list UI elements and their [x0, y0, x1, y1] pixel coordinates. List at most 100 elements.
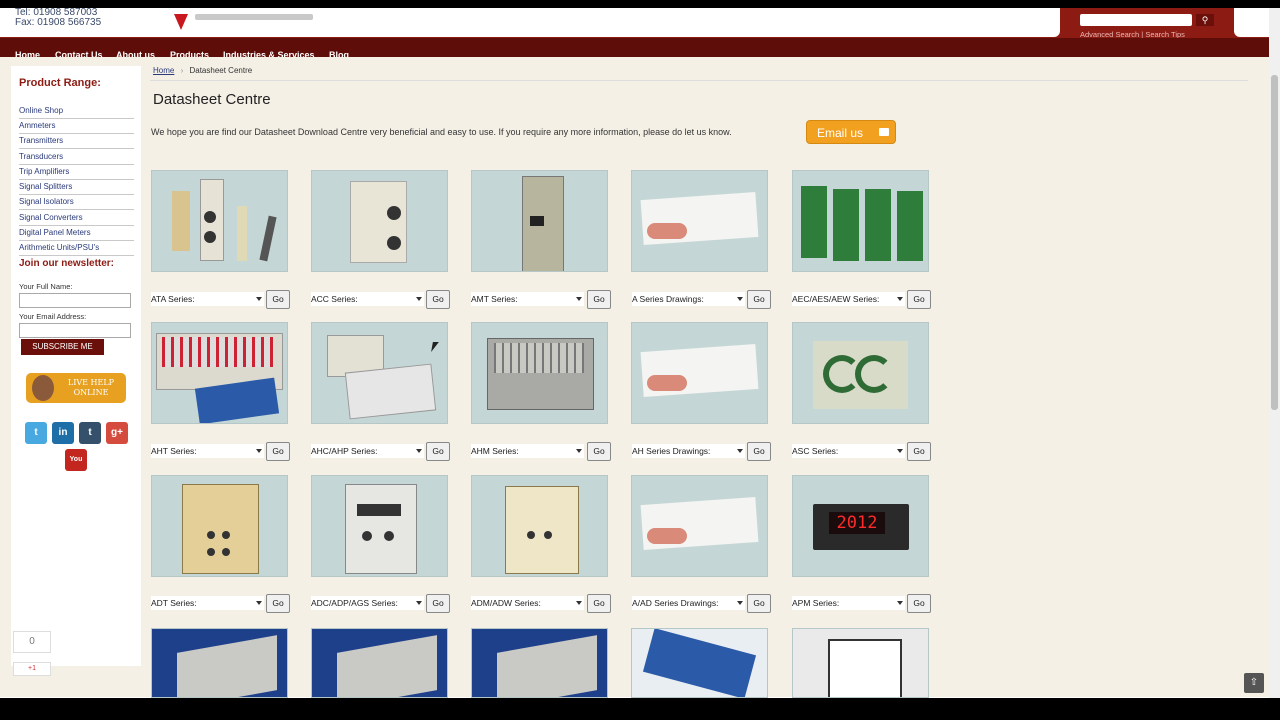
- intro-text: We hope you are find our Datasheet Downl…: [151, 127, 732, 137]
- chevron-down-icon: [576, 601, 582, 605]
- acc-series-image[interactable]: [311, 170, 448, 272]
- adt-series-select[interactable]: ADT Series:: [151, 596, 264, 610]
- search-input[interactable]: [1080, 14, 1192, 26]
- scroll-to-top-icon[interactable]: ⇧: [1244, 673, 1264, 693]
- ah-series-drawings-image[interactable]: [631, 322, 768, 424]
- chevron-down-icon: [416, 449, 422, 453]
- aht-series-select[interactable]: AHT Series:: [151, 444, 264, 458]
- row4-image-1[interactable]: [151, 628, 288, 698]
- aht-series-image[interactable]: [151, 322, 288, 424]
- logo-text[interactable]: [195, 14, 313, 20]
- ah-series-drawings-label: AH Series Drawings:: [632, 446, 711, 456]
- tumblr-icon[interactable]: t: [79, 422, 101, 444]
- adt-series-image[interactable]: [151, 475, 288, 577]
- fax-text: Fax: 01908 566735: [15, 17, 102, 28]
- asc-series-go-button[interactable]: Go: [907, 442, 931, 461]
- newsletter-title: Join our newsletter:: [19, 258, 115, 269]
- breadcrumb-home[interactable]: Home: [153, 66, 174, 75]
- aec-aes-aew-series-select[interactable]: AEC/AES/AEW Series:: [792, 292, 905, 306]
- acc-series-label: ACC Series:: [311, 294, 358, 304]
- sidebar-item-digital-panel-meters[interactable]: Digital Panel Meters: [19, 228, 134, 241]
- chevron-down-icon: [737, 297, 743, 301]
- chevron-down-icon: [576, 297, 582, 301]
- ah-series-drawings-select[interactable]: AH Series Drawings:: [632, 444, 745, 458]
- adc-adp-ags-series-select[interactable]: ADC/ADP/AGS Series:: [311, 596, 424, 610]
- sidebar-item-signal-isolators[interactable]: Signal Isolators: [19, 197, 134, 210]
- chevron-down-icon: [576, 449, 582, 453]
- adm-adw-series-image[interactable]: [471, 475, 608, 577]
- live-help-button[interactable]: LIVE HELP ONLINE: [26, 373, 126, 403]
- apm-series-go-button[interactable]: Go: [907, 594, 931, 613]
- avatar: [32, 375, 54, 401]
- email-label: Your Email Address:: [19, 312, 87, 321]
- sidebar-item-online-shop[interactable]: Online Shop: [19, 106, 134, 119]
- sidebar-item-transducers[interactable]: Transducers: [19, 152, 134, 165]
- name-field[interactable]: [19, 293, 131, 308]
- a-series-drawings-image[interactable]: [631, 170, 768, 272]
- a-ad-series-drawings-go-button[interactable]: Go: [747, 594, 771, 613]
- chevron-down-icon: [416, 601, 422, 605]
- row4-image-2[interactable]: [311, 628, 448, 698]
- sidebar-item-trip-amplifiers[interactable]: Trip Amplifiers: [19, 167, 134, 180]
- sidebar-item-ammeters[interactable]: Ammeters: [19, 121, 134, 134]
- chevron-down-icon: [416, 297, 422, 301]
- sidebar-item-signal-converters[interactable]: Signal Converters: [19, 213, 134, 226]
- ahc-ahp-series-go-button[interactable]: Go: [426, 442, 450, 461]
- acc-series-select[interactable]: ACC Series:: [311, 292, 424, 306]
- ah-series-drawings-go-button[interactable]: Go: [747, 442, 771, 461]
- adt-series-go-button[interactable]: Go: [266, 594, 290, 613]
- row4-image-3[interactable]: [471, 628, 608, 698]
- a-series-drawings-go-button[interactable]: Go: [747, 290, 771, 309]
- linkedin-icon[interactable]: in: [52, 422, 74, 444]
- amt-series-select[interactable]: AMT Series:: [471, 292, 584, 306]
- live-help-label: LIVE HELP ONLINE: [67, 378, 115, 397]
- ata-series-select[interactable]: ATA Series:: [151, 292, 264, 306]
- google-plus-icon[interactable]: g+: [106, 422, 128, 444]
- header-white: [0, 8, 1060, 37]
- youtube-icon[interactable]: You: [65, 449, 87, 471]
- aht-series-go-button[interactable]: Go: [266, 442, 290, 461]
- search-button[interactable]: ⚲: [1196, 14, 1214, 26]
- adm-adw-series-go-button[interactable]: Go: [587, 594, 611, 613]
- adm-adw-series-select[interactable]: ADM/ADW Series:: [471, 596, 584, 610]
- sidebar-item-signal-splitters[interactable]: Signal Splitters: [19, 182, 134, 195]
- email-field[interactable]: [19, 323, 131, 338]
- ata-series-go-button[interactable]: Go: [266, 290, 290, 309]
- aec-aes-aew-series-go-button[interactable]: Go: [907, 290, 931, 309]
- adc-adp-ags-series-label: ADC/ADP/AGS Series:: [311, 598, 398, 608]
- sidebar-item-transmitters[interactable]: Transmitters: [19, 136, 134, 149]
- amt-series-image[interactable]: [471, 170, 608, 272]
- a-series-drawings-select[interactable]: A Series Drawings:: [632, 292, 745, 306]
- chevron-down-icon: [256, 297, 262, 301]
- apm-display-readout: 2012: [829, 512, 885, 534]
- a-ad-series-drawings-image[interactable]: [631, 475, 768, 577]
- ahm-series-image[interactable]: [471, 322, 608, 424]
- ahc-ahp-series-image[interactable]: [311, 322, 448, 424]
- adc-adp-ags-series-image[interactable]: [311, 475, 448, 577]
- aec-aes-aew-series-image[interactable]: [792, 170, 929, 272]
- asc-series-label: ASC Series:: [792, 446, 839, 456]
- acc-series-go-button[interactable]: Go: [426, 290, 450, 309]
- asc-series-select[interactable]: ASC Series:: [792, 444, 905, 458]
- scrollbar-thumb[interactable]: [1271, 75, 1278, 410]
- subscribe-button[interactable]: SUBSCRIBE ME: [21, 339, 104, 355]
- asc-series-image[interactable]: [792, 322, 929, 424]
- ahc-ahp-series-select[interactable]: AHC/AHP Series:: [311, 444, 424, 458]
- row4-image-4[interactable]: [631, 628, 768, 698]
- amt-series-go-button[interactable]: Go: [587, 290, 611, 309]
- email-us-button[interactable]: Email us: [806, 120, 896, 144]
- apm-series-select[interactable]: APM Series:: [792, 596, 905, 610]
- apm-series-image[interactable]: 2012: [792, 475, 929, 577]
- row4-image-5[interactable]: [792, 628, 929, 698]
- ahm-series-go-button[interactable]: Go: [587, 442, 611, 461]
- a-ad-series-drawings-select[interactable]: A/AD Series Drawings:: [632, 596, 745, 610]
- ahm-series-select[interactable]: AHM Series:: [471, 444, 584, 458]
- logo-icon[interactable]: [174, 14, 188, 30]
- adc-adp-ags-series-go-button[interactable]: Go: [426, 594, 450, 613]
- ata-series-image[interactable]: [151, 170, 288, 272]
- breadcrumb-divider: [150, 80, 1248, 81]
- twitter-icon[interactable]: t: [25, 422, 47, 444]
- sidebar-item-arithmetic-units[interactable]: Arithmetic Units/PSU's: [19, 243, 134, 256]
- apm-series-label: APM Series:: [792, 598, 840, 608]
- plus-one-button[interactable]: +1: [13, 662, 51, 676]
